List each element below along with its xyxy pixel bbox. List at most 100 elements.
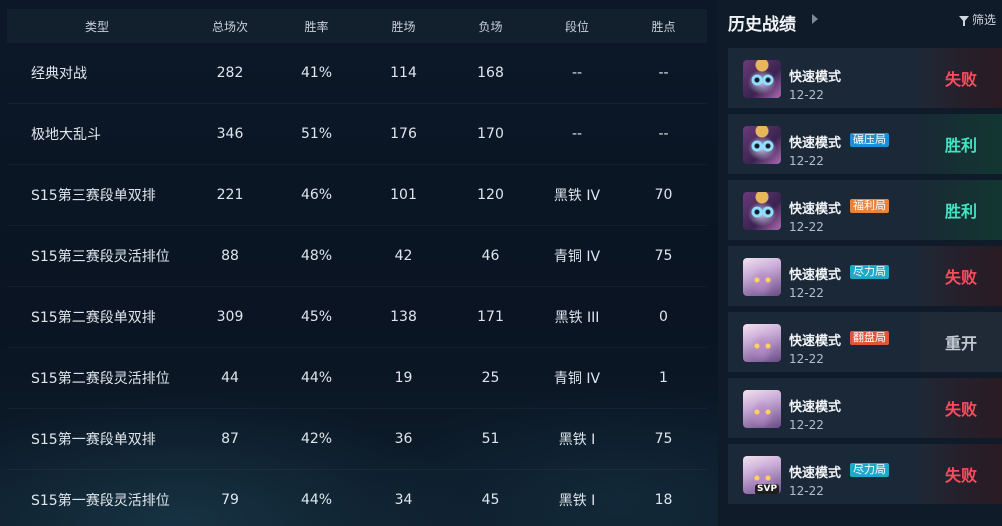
cell-losses: 170 (477, 126, 504, 142)
cell-losses: 46 (481, 248, 500, 264)
match-date: 12-22 (789, 88, 824, 102)
champion-avatar (743, 258, 781, 296)
cell-wins: 138 (390, 309, 417, 325)
cell-tier: -- (571, 126, 583, 142)
cell-losses: 171 (477, 309, 504, 325)
match-card[interactable]: 快速模式 碾压局 12-22 胜利 (728, 114, 1002, 174)
match-tag: 尽力局 (850, 265, 889, 279)
match-result: 失败 (920, 48, 1002, 108)
cell-wins: 114 (390, 65, 417, 81)
match-list: 快速模式 12-22 失败 快速模式 碾压局 12-22 胜利 快速模式 福利局… (728, 48, 1002, 510)
table-header: 类型 总场次 胜率 胜场 负场 段位 胜点 (7, 9, 707, 43)
cell-winrate: 44% (300, 492, 333, 508)
cell-lp: 18 (654, 492, 673, 508)
champion-avatar (743, 126, 781, 164)
cell-total: 88 (221, 248, 239, 264)
cell-total: 309 (216, 309, 244, 325)
match-result: 胜利 (920, 114, 1002, 174)
cell-losses: 51 (481, 431, 500, 447)
cell-lp: 75 (654, 248, 673, 264)
match-card[interactable]: 快速模式 尽力局 12-22 失败 (728, 246, 1002, 306)
cell-total: 221 (216, 187, 244, 203)
match-mode: 快速模式 (789, 202, 842, 217)
match-card[interactable]: 快速模式 12-22 失败 (728, 378, 1002, 438)
svp-badge: SVP (755, 484, 780, 494)
filter-button[interactable]: 筛选 (958, 11, 996, 28)
match-card[interactable]: 快速模式 翻盘局 12-22 重开 (728, 312, 1002, 372)
match-tag: 翻盘局 (850, 331, 889, 345)
cell-winrate: 41% (300, 65, 333, 81)
match-tag: 尽力局 (850, 463, 889, 477)
cell-losses: 25 (481, 370, 500, 386)
cell-lp: -- (658, 126, 669, 142)
table-row: S15第一赛段灵活排位 79 44% 34 45 黑铁 I 18 (7, 470, 707, 526)
header-tier: 段位 (564, 19, 589, 34)
filter-label: 筛选 (971, 13, 996, 27)
table-row: S15第一赛段单双排 87 42% 36 51 黑铁 I 75 (7, 409, 707, 470)
cell-lp: 70 (654, 187, 673, 203)
cell-winrate: 48% (300, 248, 333, 264)
header-wins: 胜场 (391, 19, 416, 34)
cell-type: 极地大乱斗 (31, 127, 101, 143)
cell-wins: 19 (394, 370, 413, 386)
cell-total: 282 (216, 65, 244, 81)
cell-lp: -- (658, 65, 669, 81)
cell-winrate: 44% (300, 370, 333, 386)
match-mode: 快速模式 (789, 400, 842, 415)
cell-wins: 101 (390, 187, 417, 203)
table-row: 经典对战 282 41% 114 168 -- -- (7, 43, 707, 104)
match-result: 失败 (920, 378, 1002, 438)
cell-type: 经典对战 (31, 66, 87, 82)
match-date: 12-22 (789, 154, 824, 168)
cell-wins: 42 (394, 248, 413, 264)
match-date: 12-22 (789, 484, 824, 498)
cell-type: S15第三赛段灵活排位 (31, 249, 170, 265)
cell-type: S15第一赛段灵活排位 (31, 493, 170, 509)
match-card[interactable]: 快速模式 12-22 失败 (728, 48, 1002, 108)
match-date: 12-22 (789, 418, 824, 432)
match-result: 胜利 (920, 180, 1002, 240)
cell-wins: 36 (394, 431, 413, 447)
chevron-right-icon[interactable] (812, 14, 818, 24)
match-date: 12-22 (789, 352, 824, 366)
header-losses: 负场 (478, 19, 503, 34)
match-card[interactable]: SVP 快速模式 尽力局 12-22 失败 (728, 444, 1002, 504)
match-result: 失败 (920, 246, 1002, 306)
cell-losses: 120 (477, 187, 504, 203)
header-type: 类型 (84, 19, 109, 34)
cell-winrate: 51% (300, 126, 333, 142)
cell-losses: 168 (477, 65, 504, 81)
champion-avatar (743, 192, 781, 230)
cell-tier: 青铜 IV (553, 371, 601, 387)
match-tag: 福利局 (850, 199, 889, 213)
match-date: 12-22 (789, 220, 824, 234)
cell-winrate: 46% (300, 187, 333, 203)
table-row: S15第三赛段灵活排位 88 48% 42 46 青铜 IV 75 (7, 226, 707, 287)
match-mode: 快速模式 (789, 268, 842, 283)
champion-avatar (743, 390, 781, 428)
cell-tier: 黑铁 I (558, 493, 596, 509)
cell-tier: 黑铁 IV (553, 188, 601, 204)
match-mode: 快速模式 (789, 136, 842, 151)
history-header: 历史战绩 筛选 (728, 8, 1002, 35)
match-card[interactable]: 快速模式 福利局 12-22 胜利 (728, 180, 1002, 240)
cell-lp: 75 (654, 431, 673, 447)
match-mode: 快速模式 (789, 334, 842, 349)
cell-total: 44 (221, 370, 239, 386)
history-title[interactable]: 历史战绩 (728, 10, 796, 35)
cell-total: 79 (221, 492, 239, 508)
header-winrate: 胜率 (304, 19, 329, 34)
match-result: 重开 (920, 312, 1002, 372)
app-root: 类型 总场次 胜率 胜场 负场 段位 胜点 经典对战 282 41% 114 1… (0, 0, 1002, 526)
match-mode: 快速模式 (789, 466, 842, 481)
stats-table: 类型 总场次 胜率 胜场 负场 段位 胜点 经典对战 282 41% 114 1… (7, 9, 707, 526)
cell-total: 346 (216, 126, 244, 142)
cell-type: S15第三赛段单双排 (31, 188, 156, 204)
cell-losses: 45 (481, 492, 500, 508)
match-tag: 碾压局 (850, 133, 889, 147)
cell-type: S15第二赛段灵活排位 (31, 371, 170, 387)
filter-icon (958, 15, 969, 26)
champion-avatar (743, 60, 781, 98)
cell-tier: 黑铁 I (558, 432, 596, 448)
match-date: 12-22 (789, 286, 824, 300)
